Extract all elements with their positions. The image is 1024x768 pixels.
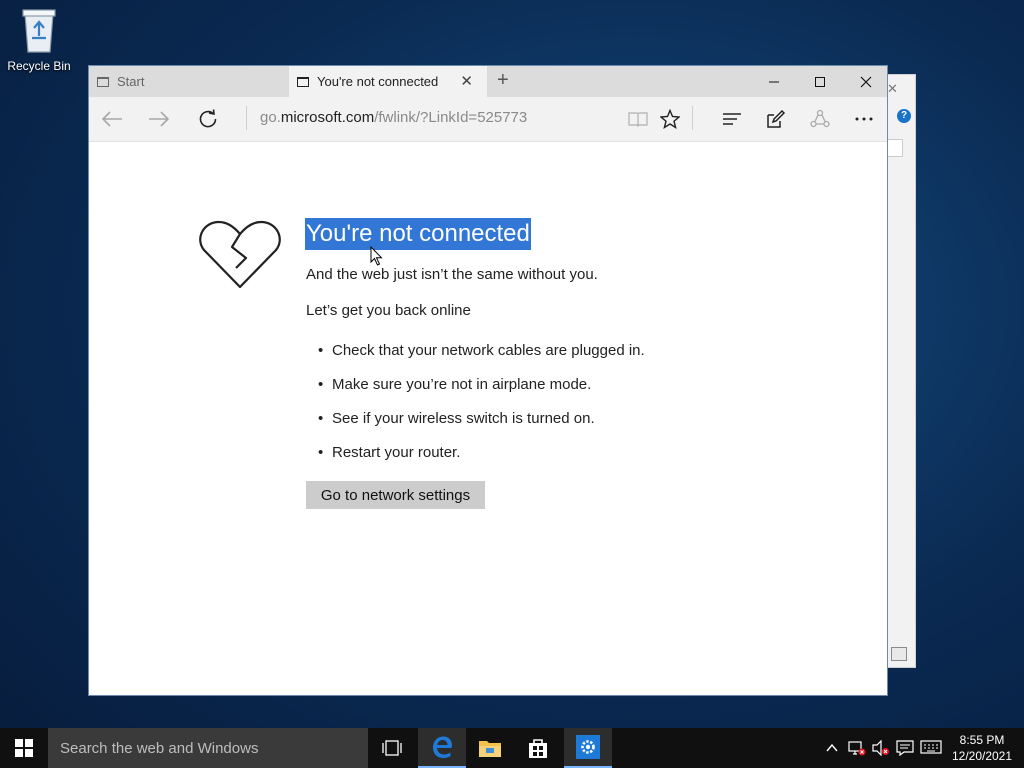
list-item: Make sure you’re not in airplane mode. xyxy=(318,376,645,410)
list-item: See if your wireless switch is turned on… xyxy=(318,410,645,444)
recycle-bin-label: Recycle Bin xyxy=(7,59,71,73)
book-icon xyxy=(628,112,648,127)
search-box-edge[interactable] xyxy=(887,139,903,157)
edge-browser-window: Start You're not connected ✕ + go.micros… xyxy=(88,65,888,696)
navigation-toolbar: go.microsoft.com/fwlink/?LinkId=525773 xyxy=(89,97,887,142)
back-online-text: Let’s get you back online xyxy=(306,302,471,319)
tab-bar: Start You're not connected ✕ + xyxy=(89,66,887,97)
edge-icon xyxy=(433,736,452,758)
keyboard-icon[interactable] xyxy=(920,740,942,757)
tab-page-icon xyxy=(297,76,309,87)
more-actions-button[interactable] xyxy=(849,105,879,133)
tab-page-icon xyxy=(97,76,109,87)
back-arrow-icon xyxy=(101,111,122,127)
help-icon[interactable]: ? xyxy=(897,109,911,123)
clock-date: 12/20/2021 xyxy=(951,749,1013,763)
clock-time: 8:55 PM xyxy=(959,733,1005,747)
windows-logo-icon xyxy=(15,739,33,757)
folder-icon xyxy=(479,741,501,757)
taskbar: Search the web and Windows 8:55 PM 12/20… xyxy=(0,728,1024,768)
minimize-button[interactable] xyxy=(751,66,797,97)
forward-arrow-icon xyxy=(149,111,170,127)
page-subtitle: And the web just isn’t the same without … xyxy=(306,266,598,283)
share-icon xyxy=(810,109,830,128)
hub-button[interactable] xyxy=(717,105,747,133)
page-content: You're not connected And the web just is… xyxy=(89,142,887,695)
tips-list: Check that your network cables are plugg… xyxy=(318,342,645,478)
mouse-cursor-icon xyxy=(370,246,383,266)
show-hidden-icons-chevron-icon[interactable] xyxy=(826,740,838,756)
settings-gear-icon xyxy=(576,735,600,759)
task-view-icon xyxy=(382,740,402,756)
broken-heart-icon xyxy=(199,220,281,289)
taskbar-store-button[interactable] xyxy=(514,728,562,768)
tab-start[interactable]: Start xyxy=(89,66,289,97)
url-host: microsoft.com xyxy=(280,109,375,126)
close-icon xyxy=(860,76,872,87)
list-item: Check that your network cables are plugg… xyxy=(318,342,645,376)
refresh-button[interactable] xyxy=(193,105,223,133)
reading-view-button[interactable] xyxy=(623,105,653,133)
taskbar-file-explorer-button[interactable] xyxy=(466,728,514,768)
star-icon xyxy=(660,109,680,129)
tab-label: You're not connected xyxy=(317,74,439,89)
pen-note-icon xyxy=(767,109,786,128)
maximize-button[interactable] xyxy=(797,66,843,97)
more-dots-icon xyxy=(855,117,873,121)
favorite-button[interactable] xyxy=(655,105,685,133)
hub-icon xyxy=(723,113,741,125)
address-separator xyxy=(246,106,247,130)
share-button[interactable] xyxy=(805,105,835,133)
clock[interactable]: 8:55 PM 12/20/2021 xyxy=(944,732,1020,764)
taskbar-search-box[interactable]: Search the web and Windows xyxy=(48,728,368,768)
toolbar-separator xyxy=(692,106,693,130)
tab-not-connected[interactable]: You're not connected ✕ xyxy=(289,66,487,97)
network-settings-button[interactable]: Go to network settings xyxy=(306,481,485,509)
maximize-icon xyxy=(815,76,825,87)
list-item: Restart your router. xyxy=(318,444,645,478)
recycle-bin-icon xyxy=(22,9,56,53)
network-disconnected-icon[interactable] xyxy=(848,740,866,759)
new-tab-icon[interactable]: + xyxy=(497,69,509,92)
taskbar-settings-button[interactable] xyxy=(564,728,612,768)
start-button[interactable] xyxy=(0,728,48,768)
taskbar-edge-button[interactable] xyxy=(418,728,466,768)
forward-button[interactable] xyxy=(144,105,174,133)
url-prefix: go. xyxy=(260,109,281,126)
recycle-bin-desktop-icon[interactable]: Recycle Bin xyxy=(4,6,74,73)
task-view-button[interactable] xyxy=(368,728,416,768)
volume-muted-icon[interactable] xyxy=(872,739,890,759)
address-bar[interactable]: go.microsoft.com/fwlink/?LinkId=525773 xyxy=(260,109,527,126)
back-button[interactable] xyxy=(97,105,127,133)
url-path: /fwlink/?LinkId=525773 xyxy=(374,109,528,126)
action-center-icon[interactable] xyxy=(896,740,914,759)
tab-label: Start xyxy=(117,74,145,89)
close-tab-icon[interactable]: ✕ xyxy=(460,72,473,90)
close-window-button[interactable] xyxy=(843,66,889,97)
page-title: You're not connected xyxy=(305,218,531,250)
window-thumbnail-icon[interactable] xyxy=(891,647,907,661)
minimize-icon xyxy=(769,81,779,82)
refresh-icon xyxy=(199,109,217,128)
web-note-button[interactable] xyxy=(761,105,791,133)
store-bag-icon xyxy=(529,739,547,758)
